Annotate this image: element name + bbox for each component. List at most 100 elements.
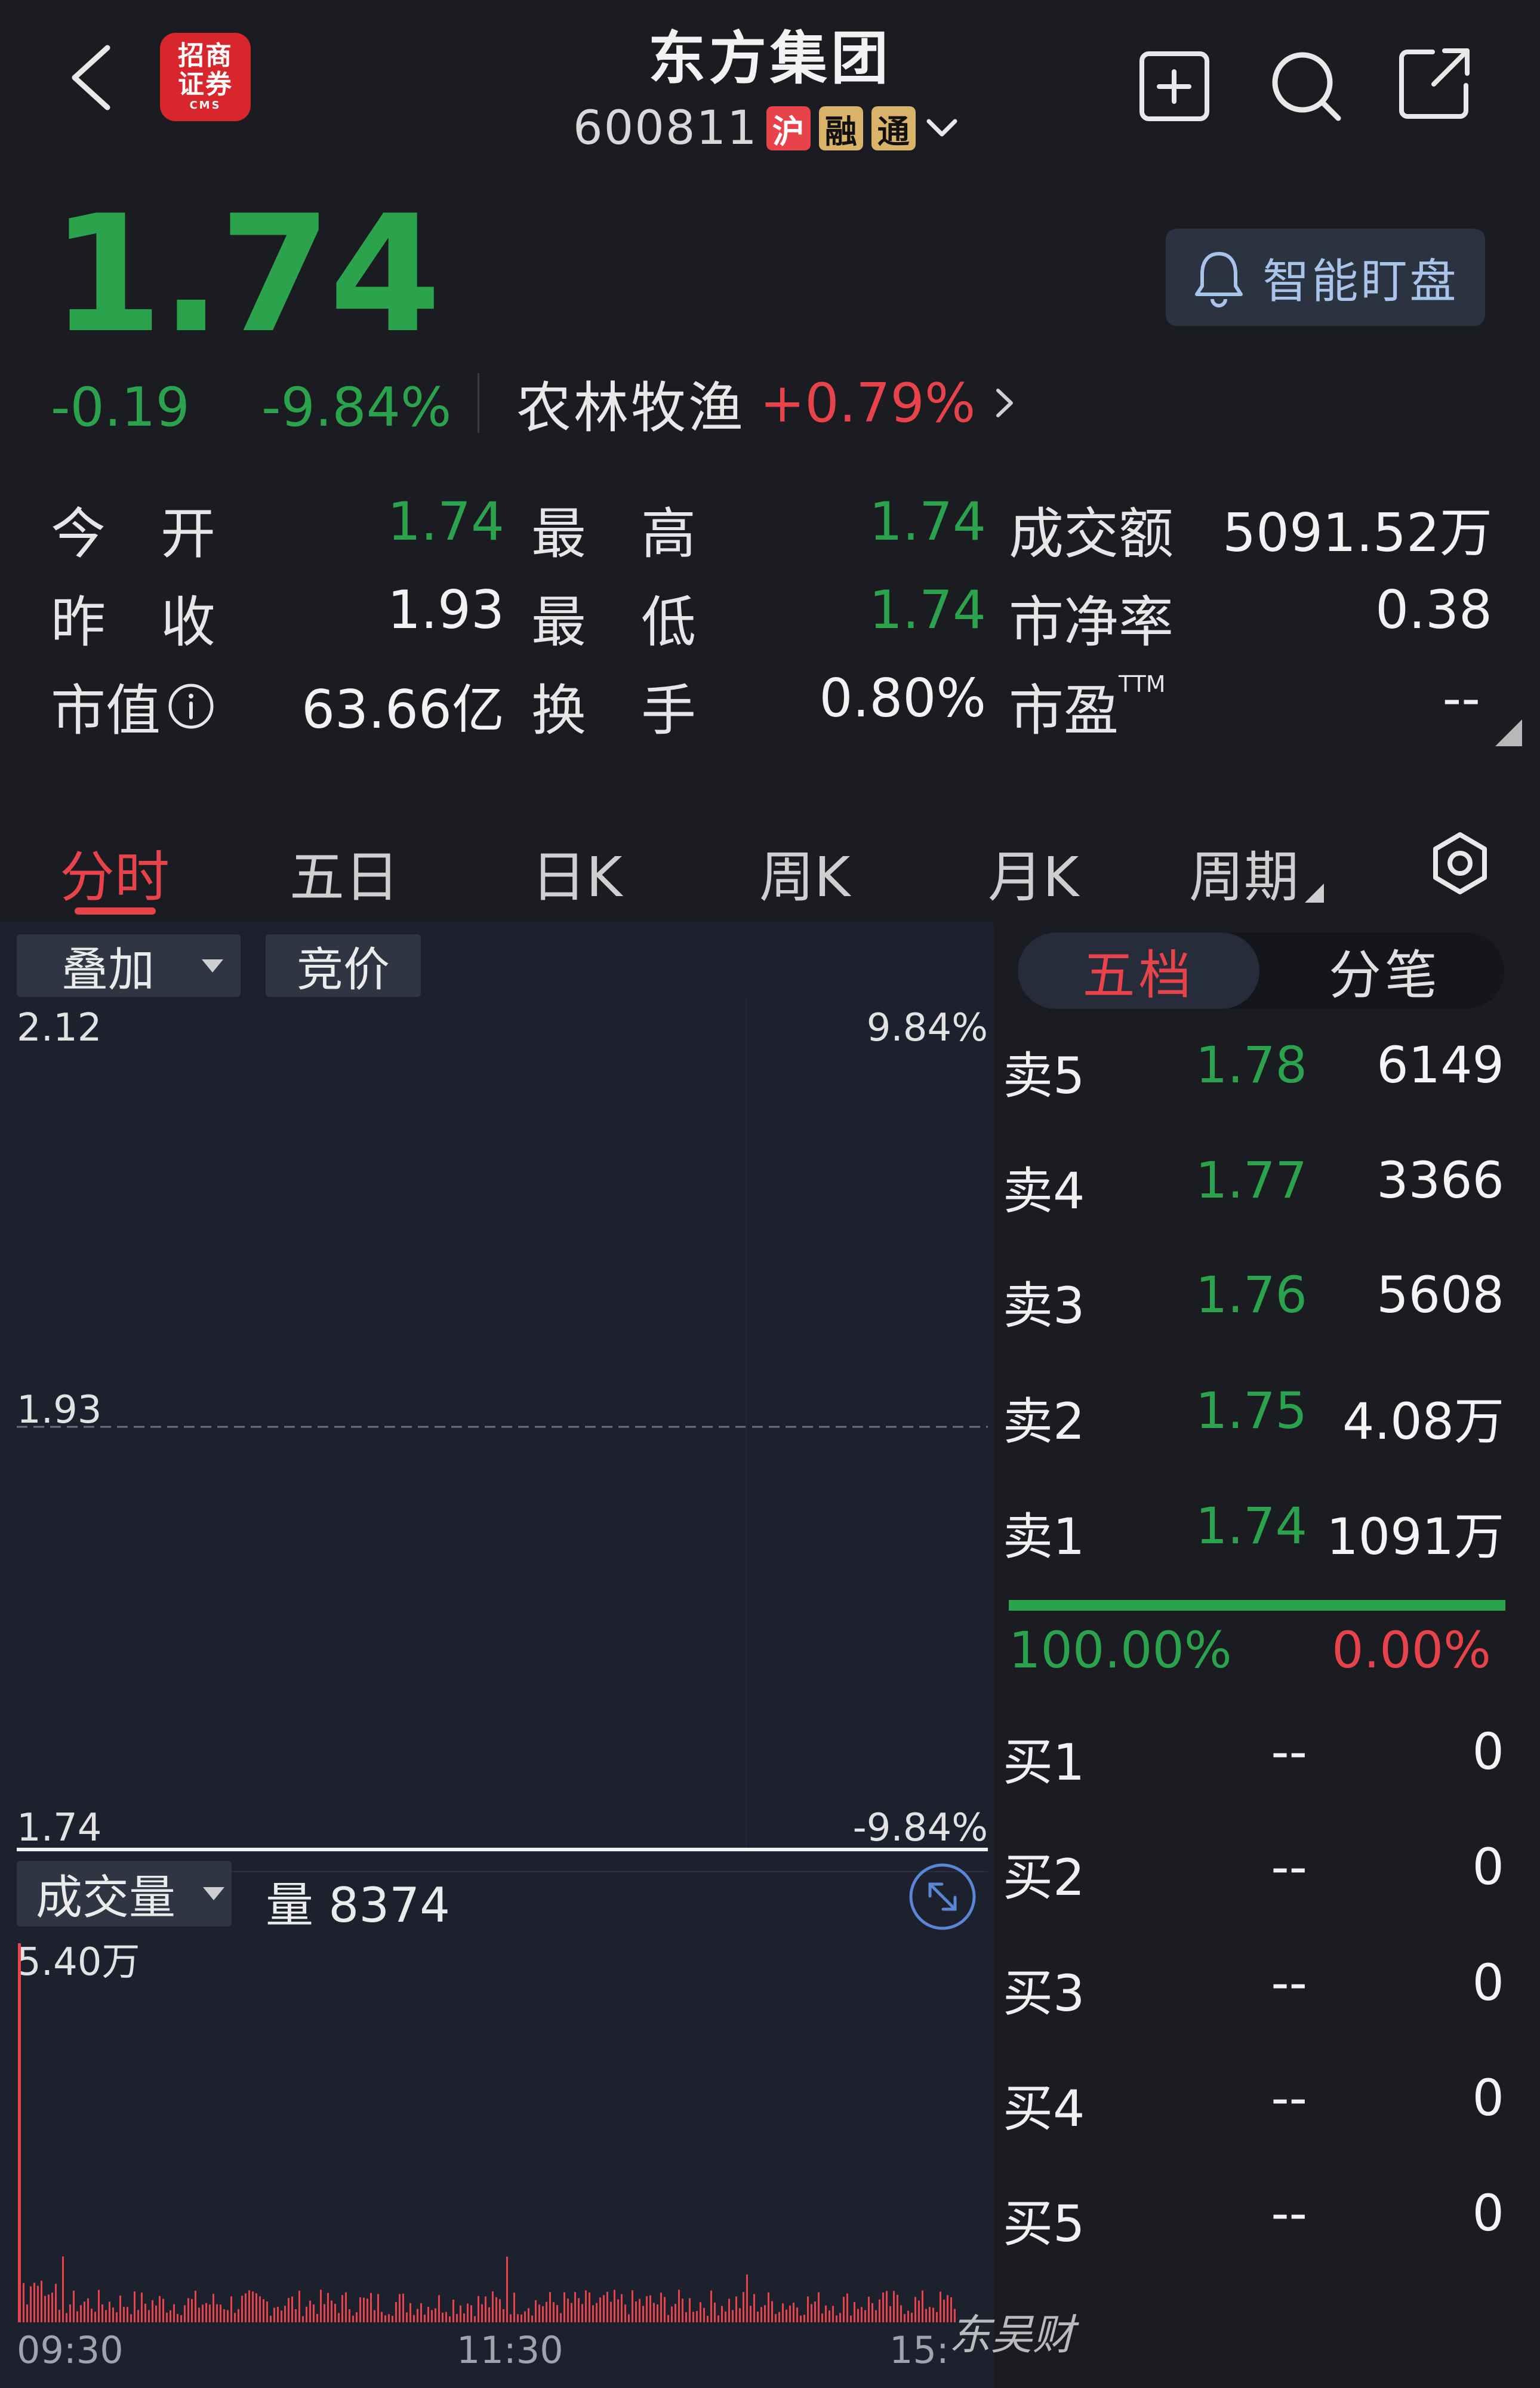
bid-volume: 0: [1472, 2184, 1504, 2242]
stat-open-value: 1.74: [387, 491, 504, 552]
tab-five-levels[interactable]: 五档: [1018, 933, 1259, 1009]
volume-bar: [409, 2303, 411, 2322]
volume-bar: [796, 2307, 798, 2322]
share-icon[interactable]: [1396, 45, 1473, 122]
volume-bar: [714, 2302, 716, 2322]
volume-bar: [212, 2294, 214, 2322]
fullscreen-icon[interactable]: [907, 1861, 978, 1932]
info-icon[interactable]: [167, 682, 215, 731]
volume-bar: [782, 2303, 784, 2322]
volume-bar: [854, 2301, 855, 2322]
volume-bar: [349, 2309, 350, 2322]
sector-link[interactable]: 农林牧渔 +0.79%: [516, 370, 1020, 440]
volume-bar: [800, 2315, 802, 2322]
bid-label: 买4: [1003, 2079, 1085, 2138]
volume-bar: [617, 2299, 619, 2322]
tab-period[interactable]: 周期: [1189, 833, 1326, 912]
ask-row-4: 卖4 1.77 3366: [1003, 1151, 1504, 1220]
volume-bar: [463, 2313, 465, 2322]
volume-bar: [255, 2293, 257, 2322]
gear-icon[interactable]: [1427, 830, 1493, 897]
auction-button[interactable]: 竞价: [266, 934, 421, 997]
volume-bar: [141, 2292, 143, 2322]
volume-bar: [91, 2309, 93, 2322]
volume-bar: [503, 2309, 504, 2322]
tab-intraday[interactable]: 分时: [60, 833, 170, 912]
volume-bar: [177, 2313, 178, 2322]
volume-bar: [940, 2291, 941, 2322]
volume-bar: [137, 2310, 139, 2322]
chevron-down-icon[interactable]: [924, 110, 960, 146]
tab-weekly-k[interactable]: 周K: [759, 833, 850, 912]
volume-bar: [700, 2302, 701, 2322]
volume-bar: [84, 2301, 85, 2322]
volume-bar: [485, 2296, 486, 2322]
volume-bar: [345, 2292, 347, 2322]
price-axis-low: 1.74: [17, 1806, 102, 1850]
bid-label: 买2: [1003, 1848, 1085, 1907]
volume-bar: [98, 2289, 100, 2322]
volume-bar: [435, 2308, 436, 2322]
volume-indicator-dropdown[interactable]: 成交量: [17, 1861, 232, 1927]
stat-market-cap-label-group[interactable]: 市值: [51, 666, 215, 746]
volume-bar: [216, 2304, 218, 2322]
volume-bar: [399, 2294, 401, 2322]
volume-bar: [277, 2306, 279, 2322]
volume-bar: [563, 2292, 565, 2322]
stat-low-label: 最 低: [531, 590, 697, 654]
volume-bar: [871, 2303, 873, 2322]
volume-bar: [26, 2304, 28, 2322]
volume-bar: [227, 2310, 229, 2322]
tab-tick-details[interactable]: 分笔: [1265, 933, 1504, 1009]
time-axis-end: 15:: [889, 2328, 949, 2372]
volume-bar: [596, 2303, 597, 2322]
stat-pe-label-group: 市盈 TTM: [1009, 666, 1166, 746]
volume-bar: [918, 2300, 920, 2322]
tag-connect: 通: [871, 106, 916, 150]
volume-bar: [674, 2303, 676, 2322]
ask-label: 卖5: [1003, 1047, 1085, 1105]
volume-bar: [148, 2310, 150, 2322]
overlay-dropdown[interactable]: 叠加: [17, 934, 241, 997]
search-icon[interactable]: [1267, 47, 1344, 124]
volume-bar: [245, 2293, 247, 2322]
pct-axis-high: 9.84%: [866, 1006, 988, 1050]
volume-bar: [101, 2304, 103, 2322]
bid-volume: 0: [1472, 1953, 1504, 2012]
tab-daily-k[interactable]: 日K: [531, 833, 622, 912]
volume-bar: [914, 2297, 916, 2322]
stat-high-value: 1.74: [869, 491, 986, 552]
ask-label: 卖2: [1003, 1392, 1085, 1451]
tab-five-day[interactable]: 五日: [289, 833, 399, 912]
volume-bar: [69, 2304, 71, 2322]
volume-bar: [739, 2308, 741, 2322]
stock-code: 600811: [573, 101, 758, 155]
add-icon[interactable]: [1137, 49, 1212, 124]
volume-bar: [743, 2292, 744, 2322]
expand-stats-icon[interactable]: [1492, 716, 1525, 749]
volume-bar: [238, 2309, 239, 2322]
volume-bar: [717, 2315, 719, 2322]
volume-bar: [478, 2295, 479, 2322]
volume-bar: [664, 2297, 666, 2322]
volume-bar: [803, 2315, 805, 2322]
current-volume: 量 8374: [266, 1878, 451, 1933]
volume-bar: [66, 2313, 67, 2322]
volume-bar: [424, 2315, 426, 2322]
ask-price: 1.77: [1195, 1151, 1307, 1210]
smart-monitor-button[interactable]: 智能盯盘: [1166, 229, 1485, 326]
volume-bar: [929, 2307, 931, 2322]
volume-bar: [707, 2316, 709, 2322]
volume-bar: [542, 2306, 544, 2322]
volume-bar: [474, 2316, 476, 2322]
volume-bar: [76, 2311, 78, 2322]
tab-monthly-k[interactable]: 月K: [988, 833, 1079, 912]
stock-code-selector[interactable]: 600811 沪 融 通: [573, 99, 960, 158]
bid-label: 买3: [1003, 1964, 1085, 2023]
volume-bar: [384, 2315, 386, 2322]
volume-bar: [768, 2292, 769, 2322]
volume-bar: [943, 2300, 945, 2322]
ask-price: 1.75: [1195, 1381, 1307, 1440]
bid-price: --: [1271, 2184, 1307, 2242]
volume-bar: [359, 2297, 361, 2322]
